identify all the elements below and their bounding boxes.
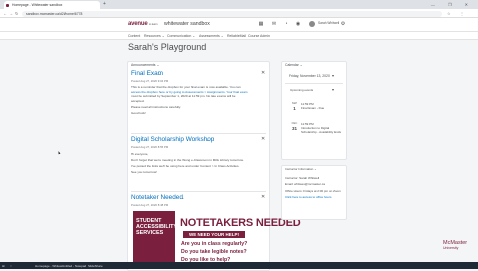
- favicon-icon: [6, 3, 9, 7]
- nav-content[interactable]: Content: [128, 33, 140, 39]
- course-grid-icon[interactable]: ▦: [258, 21, 264, 27]
- announcement-title[interactable]: Notetaker Needed: [131, 194, 183, 201]
- poster-org-text: STUDENT ACCESSIBILITY SERVICES: [136, 218, 177, 236]
- divider: [131, 133, 266, 134]
- start-icon[interactable]: ⊞: [2, 263, 5, 269]
- bookmark-star-icon[interactable]: ☆: [447, 9, 451, 18]
- search-icon[interactable]: ○: [10, 263, 12, 269]
- user-name[interactable]: Sarah Whitwell: [318, 21, 339, 26]
- announcement-date: Posted Aug 27, 2020 8:48 PM: [131, 203, 169, 207]
- announcement-title[interactable]: Digital Scholarship Workshop: [131, 136, 214, 143]
- calendar-date[interactable]: Friday, November 13, 2020: [289, 74, 330, 78]
- upcoming-events-label[interactable]: Upcoming events: [290, 88, 313, 92]
- site-header: [0, 18, 478, 32]
- window-controls[interactable]: — ❐ ✕: [431, 0, 474, 9]
- office-hours-link[interactable]: Click here to access to office hours: [285, 195, 345, 199]
- mcmaster-logo: McMaster University: [443, 240, 468, 250]
- settings-gear-icon[interactable]: ⚙: [340, 21, 346, 27]
- chat-icon[interactable]: ◔: [283, 21, 289, 27]
- nav-course-admin[interactable]: Course Admin: [248, 33, 270, 39]
- taskbar-item[interactable]: Untitled - Notepad: [62, 263, 86, 269]
- poster-question: Do you take legible notes?: [181, 249, 247, 255]
- forward-icon[interactable]: →: [9, 9, 13, 18]
- taskbar-item[interactable]: SlideShare: [88, 263, 103, 269]
- nav-communication[interactable]: Communication ⌄: [167, 33, 195, 39]
- divider: [131, 191, 266, 192]
- poster-question: Are you in class regularly?: [181, 241, 248, 247]
- chevron-down-icon[interactable]: ⌄: [206, 137, 209, 142]
- event-item[interactable]: 11:59 PM Introduction to Digital Scholar…: [301, 122, 343, 135]
- event-item[interactable]: 11:59 PM Final Exam - Due: [301, 102, 343, 110]
- messages-icon[interactable]: ✉: [271, 21, 277, 27]
- announcements-label[interactable]: Announcements ⌄: [131, 63, 159, 67]
- instructor-details: Instructor: Sarah Whitwell Email: whitwe…: [285, 176, 345, 200]
- new-tab-button[interactable]: +: [103, 1, 106, 8]
- divider: [285, 83, 343, 84]
- browser-tab[interactable]: Homepage - Whitewater sandbox: [4, 1, 100, 9]
- close-icon[interactable]: ✕: [261, 70, 265, 76]
- calendar-label[interactable]: Calendar ⌄: [285, 63, 303, 67]
- announcement-date: Posted Aug 27, 2020 9:04 PM: [131, 79, 169, 83]
- page-title: Sarah's Playground: [128, 42, 207, 52]
- event-date-box: DEC 31: [291, 122, 298, 131]
- browser-tab-title: Homepage - Whitewater sandbox: [12, 3, 63, 7]
- nav-resources[interactable]: Resources ⌄: [144, 33, 165, 39]
- avenue-logo[interactable]: avenue to learn: [128, 21, 158, 27]
- mouse-cursor-icon: [57, 150, 61, 155]
- chevron-down-icon[interactable]: ⌄: [158, 71, 161, 76]
- calendar-picker-icon[interactable]: ▾: [332, 73, 334, 78]
- url-field[interactable]: sandbox.mcmaster.ca/d2l/home/6778: [22, 10, 442, 17]
- event-date-box: SEP 1: [291, 102, 298, 111]
- close-icon[interactable]: ✕: [261, 194, 265, 200]
- announcement-body: Hi everyone, Don't forget that we're mee…: [131, 152, 244, 175]
- poster-banner: WE NEED YOUR HELP!: [183, 231, 245, 238]
- chevron-down-icon[interactable]: ▾: [332, 87, 334, 92]
- announcement-body: This is a reminder that the dropbox for …: [131, 85, 267, 116]
- notifications-icon[interactable]: ◉: [295, 21, 301, 27]
- reload-icon[interactable]: ↻: [15, 9, 18, 18]
- close-icon[interactable]: ✕: [261, 136, 265, 142]
- chevron-down-icon[interactable]: ⌄: [181, 195, 184, 200]
- announcement-date: Posted Aug 27, 2020 8:55 PM: [131, 145, 169, 149]
- back-icon[interactable]: ←: [3, 9, 7, 18]
- browser-menu-icon[interactable]: ⋮: [460, 9, 464, 18]
- nav-reliablemail[interactable]: ReliableMail: [227, 33, 246, 39]
- course-selector[interactable]: whitewater sandbox: [164, 20, 210, 28]
- taskbar-item[interactable]: Homepage - Whitew...: [35, 263, 65, 269]
- nav-assessments[interactable]: Assessments ⌄: [199, 33, 224, 39]
- instructor-label[interactable]: Instructor Information ⌄: [285, 167, 317, 171]
- avatar[interactable]: [309, 20, 315, 27]
